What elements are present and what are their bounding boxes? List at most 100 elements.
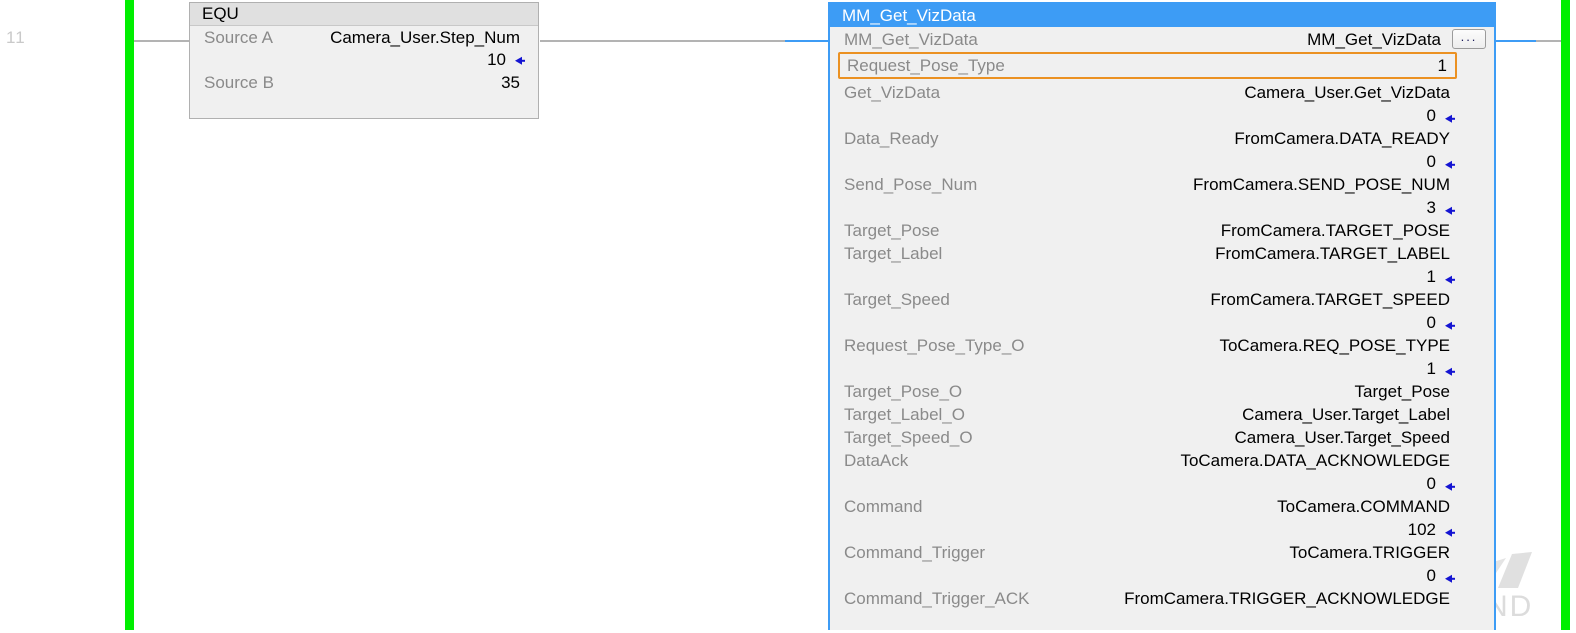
- parameter-label: Request_Pose_Type_O: [844, 336, 1025, 355]
- parameter-label: Send_Pose_Num: [844, 175, 978, 194]
- parameter-tag[interactable]: FromCamera.TARGET_SPEED: [1210, 290, 1450, 310]
- parameter-value: 0: [1426, 566, 1436, 585]
- parameter-value-row: 0: [830, 152, 1494, 175]
- value-left-arrow-icon: [1445, 367, 1455, 376]
- ellipsis-icon: ...: [1460, 28, 1478, 44]
- equ-header: EQU: [190, 3, 538, 26]
- parameter-value-row: 0: [830, 106, 1494, 129]
- parameter-tag[interactable]: ToCamera.TRIGGER: [1289, 543, 1450, 563]
- parameter-tag[interactable]: FromCamera.TARGET_LABEL: [1215, 244, 1450, 264]
- value-left-arrow-icon: [1445, 528, 1455, 537]
- value-left-arrow-icon: [1445, 275, 1455, 284]
- parameter-label: Get_VizData: [844, 83, 941, 102]
- parameter-label: Command_Trigger_ACK: [844, 589, 1030, 608]
- wire-rail-to-equ: [134, 40, 189, 42]
- equ-source-a-tag[interactable]: Camera_User.Step_Num: [330, 28, 520, 48]
- selected-parameter-label: Request_Pose_Type: [847, 56, 1005, 75]
- parameter-row[interactable]: Target_Pose FromCamera.TARGET_POSE: [830, 221, 1494, 244]
- equ-instruction-block[interactable]: EQU Source A Camera_User.Step_Num 10 Sou…: [189, 2, 539, 119]
- function-block-header: MM_Get_VizData: [830, 4, 1494, 27]
- parameter-label: DataAck: [844, 451, 909, 470]
- wire-fb-output: [1494, 40, 1536, 42]
- right-power-rail: [1561, 0, 1570, 630]
- rung-number: 11: [6, 28, 26, 47]
- ladder-rung-canvas: MECH MIND 11 EQU Source A Camera_User.St…: [0, 0, 1576, 630]
- function-block-parameter-list: Get_VizData Camera_User.Get_VizData 0 Data_…: [830, 83, 1494, 612]
- parameter-tag[interactable]: FromCamera.SEND_POSE_NUM: [1193, 175, 1450, 195]
- parameter-tag[interactable]: FromCamera.DATA_READY: [1234, 129, 1450, 149]
- parameter-tag[interactable]: ToCamera.DATA_ACKNOWLEDGE: [1180, 451, 1450, 471]
- parameter-row[interactable]: Get_VizData Camera_User.Get_VizData: [830, 83, 1494, 106]
- parameter-label: Target_Speed_O: [844, 428, 973, 447]
- parameter-value-row: 0: [830, 313, 1494, 336]
- wire-output-to-rail: [1536, 40, 1563, 42]
- parameter-label: Target_Pose_O: [844, 382, 963, 401]
- parameter-tag[interactable]: FromCamera.TRIGGER_ACKNOWLEDGE: [1124, 589, 1450, 609]
- parameter-value-row: 0: [830, 474, 1494, 497]
- parameter-label: Data_Ready: [844, 129, 939, 148]
- parameter-value: 0: [1426, 474, 1436, 493]
- parameter-tag[interactable]: Camera_User.Target_Speed: [1235, 428, 1450, 448]
- value-left-arrow-icon: [1445, 160, 1455, 169]
- parameter-value-row: 1: [830, 267, 1494, 290]
- parameter-label: Target_Label_O: [844, 405, 965, 424]
- value-left-arrow-icon: [1445, 482, 1455, 491]
- instance-tag[interactable]: MM_Get_VizData: [1307, 30, 1441, 50]
- parameter-label: Command_Trigger: [844, 543, 986, 562]
- parameter-value-row: 102: [830, 520, 1494, 543]
- parameter-tag[interactable]: Target_Pose: [1355, 382, 1450, 402]
- parameter-row[interactable]: Command_Trigger ToCamera.TRIGGER: [830, 543, 1494, 566]
- parameter-value: 1: [1426, 359, 1436, 378]
- value-left-arrow-icon: [1445, 114, 1455, 123]
- parameter-value: 0: [1426, 152, 1436, 171]
- parameter-value: 102: [1407, 520, 1436, 539]
- equ-source-a-row[interactable]: Source A Camera_User.Step_Num: [190, 26, 538, 49]
- equ-body: Source A Camera_User.Step_Num 10 Source …: [190, 26, 538, 118]
- parameter-label: Target_Pose: [844, 221, 940, 240]
- equ-source-b-value[interactable]: 35: [501, 73, 520, 93]
- function-block-instance-row[interactable]: MM_Get_VizData MM_Get_VizData ...: [830, 29, 1494, 53]
- parameter-label: Target_Label: [844, 244, 943, 263]
- instance-label: MM_Get_VizData: [844, 30, 978, 49]
- parameter-row[interactable]: Target_Label_O Camera_User.Target_Label: [830, 405, 1494, 428]
- parameter-value-row: 3: [830, 198, 1494, 221]
- parameter-row[interactable]: Data_Ready FromCamera.DATA_READY: [830, 129, 1494, 152]
- equ-source-a-label: Source A: [204, 27, 273, 47]
- parameter-row[interactable]: Request_Pose_Type_O ToCamera.REQ_POSE_TYP…: [830, 336, 1494, 359]
- parameter-tag[interactable]: Camera_User.Target_Label: [1242, 405, 1450, 425]
- mm-get-vizdata-function-block[interactable]: MM_Get_VizData MM_Get_VizData MM_Get_Viz…: [828, 2, 1496, 630]
- parameter-tag[interactable]: Camera_User.Get_VizData: [1244, 83, 1450, 103]
- function-block-title: MM_Get_VizData: [842, 5, 976, 25]
- value-left-arrow-icon: [1445, 206, 1455, 215]
- selected-parameter-value[interactable]: 1: [1438, 56, 1447, 76]
- instance-browse-button[interactable]: ...: [1452, 29, 1486, 49]
- parameter-value: 0: [1426, 313, 1436, 332]
- parameter-value-row: 0: [830, 566, 1494, 589]
- value-left-arrow-icon: [515, 56, 525, 65]
- parameter-tag[interactable]: ToCamera.COMMAND: [1277, 497, 1450, 517]
- parameter-row[interactable]: Target_Pose_O Target_Pose: [830, 382, 1494, 405]
- parameter-row[interactable]: Target_Speed_O Camera_User.Target_Speed: [830, 428, 1494, 451]
- equ-source-b-row[interactable]: Source B 35: [190, 71, 538, 94]
- parameter-row[interactable]: Send_Pose_Num FromCamera.SEND_POSE_NUM: [830, 175, 1494, 198]
- parameter-value-row: 1: [830, 359, 1494, 382]
- equ-title: EQU: [202, 4, 239, 23]
- parameter-row[interactable]: Command ToCamera.COMMAND: [830, 497, 1494, 520]
- parameter-tag[interactable]: ToCamera.REQ_POSE_TYPE: [1219, 336, 1450, 356]
- parameter-row[interactable]: DataAck ToCamera.DATA_ACKNOWLEDGE: [830, 451, 1494, 474]
- value-left-arrow-icon: [1445, 321, 1455, 330]
- value-left-arrow-icon: [1445, 574, 1455, 583]
- wire-equ-to-branch: [540, 40, 785, 42]
- selected-parameter-row[interactable]: Request_Pose_Type 1: [838, 52, 1457, 79]
- parameter-value: 0: [1426, 106, 1436, 125]
- equ-source-b-label: Source B: [204, 72, 274, 92]
- parameter-row[interactable]: Target_Label FromCamera.TARGET_LABEL: [830, 244, 1494, 267]
- function-block-body: MM_Get_VizData MM_Get_VizData ... Reques…: [830, 27, 1494, 630]
- equ-source-a-value-row: 10: [190, 48, 538, 71]
- parameter-label: Command: [844, 497, 923, 516]
- parameter-value: 3: [1426, 198, 1436, 217]
- parameter-value: 1: [1426, 267, 1436, 286]
- parameter-row[interactable]: Command_Trigger_ACK FromCamera.TRIGGER_AC…: [830, 589, 1494, 612]
- parameter-tag[interactable]: FromCamera.TARGET_POSE: [1221, 221, 1450, 241]
- parameter-row[interactable]: Target_Speed FromCamera.TARGET_SPEED: [830, 290, 1494, 313]
